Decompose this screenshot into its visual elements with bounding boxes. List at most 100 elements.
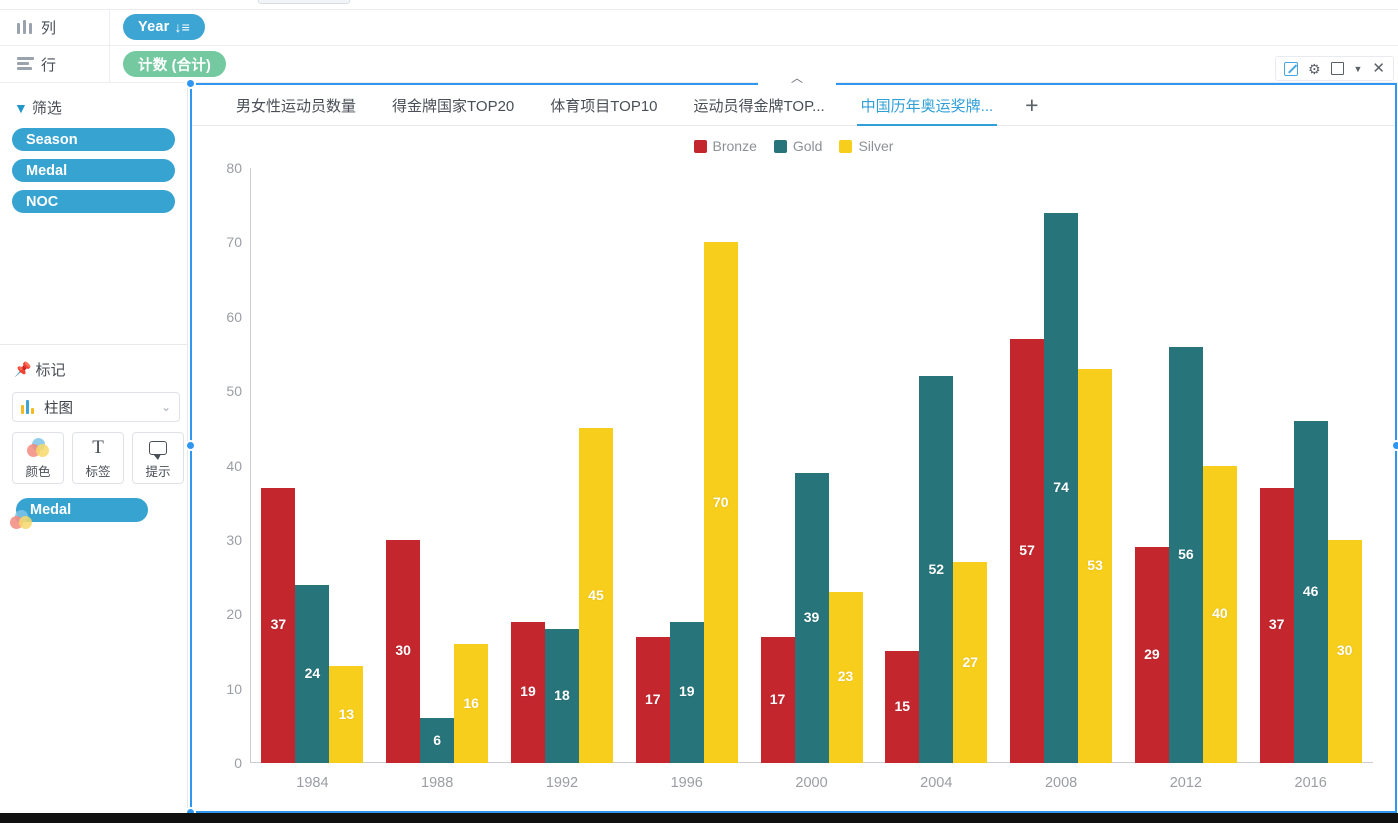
tab-gold-countries-top20[interactable]: 得金牌国家TOP20 xyxy=(374,85,532,126)
bar-silver[interactable]: 70 xyxy=(703,242,738,763)
y-axis-tick: 80 xyxy=(226,160,242,176)
mark-type-select[interactable]: 柱图 ⌄ xyxy=(12,392,180,422)
tab-china-olympic-medals[interactable]: 中国历年奥运奖牌... xyxy=(843,85,1012,126)
filter-pill-season[interactable]: Season xyxy=(12,128,175,151)
filter-pill-noc[interactable]: NOC xyxy=(12,190,175,213)
legend-item-gold[interactable]: Gold xyxy=(773,138,823,154)
pill-count-sum[interactable]: 计数 (合计) xyxy=(123,51,227,77)
bar-group: 15 52 27 2004 xyxy=(874,168,999,791)
mark-type-value: 柱图 xyxy=(44,400,73,417)
x-axis-label: 1992 xyxy=(545,775,579,791)
mark-button-tooltip-label: 提示 xyxy=(145,464,171,479)
bar-bronze[interactable]: 15 xyxy=(885,651,920,763)
close-icon[interactable]: ✕ xyxy=(1372,61,1385,76)
mark-button-tooltip[interactable]: 提示 xyxy=(132,432,184,484)
bar-group: 57 74 53 2008 xyxy=(999,168,1124,791)
filter-icon: ▼ xyxy=(14,99,28,116)
pill-year-text: Year xyxy=(138,19,170,35)
chevron-down-icon: ⌄ xyxy=(160,400,171,414)
rows-shelf[interactable]: 行 计数 (合计) xyxy=(0,46,1398,83)
bar-silver[interactable]: 27 xyxy=(953,562,988,763)
worksheet-selection-frame: ︿ 男女性运动员数量 得金牌国家TOP20 体育项目TOP10 运动员得金牌TO… xyxy=(185,72,1398,818)
bar-bronze[interactable]: 19 xyxy=(510,621,545,763)
bar-group: 17 19 70 1996 xyxy=(624,168,749,791)
bar-bronze[interactable]: 37 xyxy=(261,487,296,763)
bar-value-label: 24 xyxy=(304,664,321,681)
pill-year[interactable]: Year ↓≡ xyxy=(123,14,206,40)
columns-label-text: 列 xyxy=(41,19,57,37)
bar-silver[interactable]: 45 xyxy=(578,428,613,763)
bar-value-label: 16 xyxy=(463,694,479,711)
bar-value-label: 30 xyxy=(395,642,411,659)
bar-silver[interactable]: 23 xyxy=(828,591,863,763)
x-axis-label: 1996 xyxy=(670,775,703,791)
bar-value-label: 19 xyxy=(520,683,536,700)
bar-value-label: 37 xyxy=(270,616,287,633)
filter-pill-medal[interactable]: Medal xyxy=(12,159,175,182)
bar-bronze[interactable]: 29 xyxy=(1134,547,1169,763)
y-axis-tick: 30 xyxy=(226,531,242,548)
bar-value-label: 45 xyxy=(588,586,604,603)
mark-button-color[interactable]: 颜色 xyxy=(12,432,64,484)
tab-athlete-gender-count[interactable]: 男女性运动员数量 xyxy=(218,85,374,126)
x-axis-label: 2008 xyxy=(1044,775,1078,791)
sort-descending-icon: ↓≡ xyxy=(174,19,191,35)
label-text-icon: T xyxy=(92,436,104,458)
bar-gold[interactable]: 18 xyxy=(544,629,579,763)
legend-item-silver[interactable]: Silver xyxy=(839,138,893,154)
bar-gold[interactable]: 24 xyxy=(295,584,330,763)
gear-icon[interactable]: ⚙ xyxy=(1308,62,1321,76)
bar-gold[interactable]: 39 xyxy=(794,472,829,763)
bar-gold[interactable]: 74 xyxy=(1044,212,1079,763)
x-axis-label: 1984 xyxy=(296,775,329,791)
x-axis-label: 2012 xyxy=(1169,775,1202,791)
square-icon[interactable] xyxy=(1330,62,1344,75)
bar-group: 37 46 30 2016 xyxy=(1248,168,1373,791)
bar-silver[interactable]: 16 xyxy=(454,644,489,763)
bar-value-label: 6 xyxy=(433,731,442,748)
bar-gold[interactable]: 52 xyxy=(919,376,954,763)
bar-bronze[interactable]: 57 xyxy=(1010,339,1045,763)
bar-group: 30 6 16 1988 xyxy=(375,168,500,791)
app-root: 列 Year ↓≡ 行 计数 (合计) ▼ 筛选 Season Medal NO… xyxy=(0,0,1398,823)
bar-bronze[interactable]: 17 xyxy=(635,636,670,763)
encoding-pill-medal[interactable]: Medal xyxy=(16,498,148,522)
columns-shelf-label: 列 xyxy=(0,9,110,45)
columns-shelf[interactable]: 列 Year ↓≡ xyxy=(0,9,1398,46)
bar-gold[interactable]: 6 xyxy=(420,718,455,763)
marks-encoding-row-color: Medal xyxy=(10,498,188,529)
bar-group: 17 39 23 2000 xyxy=(749,168,874,791)
legend-label: Silver xyxy=(858,138,894,154)
legend-swatch-gold xyxy=(773,139,787,153)
add-tab-button[interactable]: + xyxy=(1011,93,1052,117)
legend-label: Gold xyxy=(792,138,823,154)
bar-silver[interactable]: 30 xyxy=(1327,539,1362,763)
bar-gold[interactable]: 56 xyxy=(1168,346,1203,763)
bar-gold[interactable]: 19 xyxy=(669,621,704,763)
bar-bronze[interactable]: 37 xyxy=(1259,487,1294,763)
bar-silver[interactable]: 40 xyxy=(1202,465,1237,763)
filters-section-title: ▼ 筛选 xyxy=(0,83,187,128)
mark-button-label[interactable]: T 标签 xyxy=(72,432,124,484)
x-axis-label: 1988 xyxy=(421,775,454,791)
bar-bronze[interactable]: 17 xyxy=(760,636,795,763)
bar-group: 37 24 13 1984 xyxy=(250,168,375,791)
bar-value-label: 53 xyxy=(1087,556,1103,573)
bar-bronze[interactable]: 30 xyxy=(386,539,421,763)
caret-down-icon[interactable]: ▼ xyxy=(1354,64,1363,74)
edit-icon[interactable] xyxy=(1283,61,1298,76)
mark-button-color-label: 颜色 xyxy=(25,464,51,479)
y-axis-tick: 40 xyxy=(226,457,242,474)
sheet-tab-bar: 男女性运动员数量 得金牌国家TOP20 体育项目TOP10 运动员得金牌TOP.… xyxy=(192,85,1395,126)
bar-silver[interactable]: 53 xyxy=(1078,368,1113,763)
bar-silver[interactable]: 13 xyxy=(329,666,364,763)
bar-value-label: 27 xyxy=(962,653,979,670)
tab-sports-top10[interactable]: 体育项目TOP10 xyxy=(532,85,675,126)
bar-gold[interactable]: 46 xyxy=(1293,420,1328,763)
tab-athletes-gold-top[interactable]: 运动员得金牌TOP... xyxy=(676,85,843,126)
legend-item-bronze[interactable]: Bronze xyxy=(693,138,757,154)
mark-buttons-group: 颜色 T 标签 提示 xyxy=(12,432,188,484)
bar-value-label: 18 xyxy=(554,687,570,704)
marks-section-title: 📌 标记 xyxy=(0,345,188,390)
y-axis-tick: 10 xyxy=(226,680,242,697)
